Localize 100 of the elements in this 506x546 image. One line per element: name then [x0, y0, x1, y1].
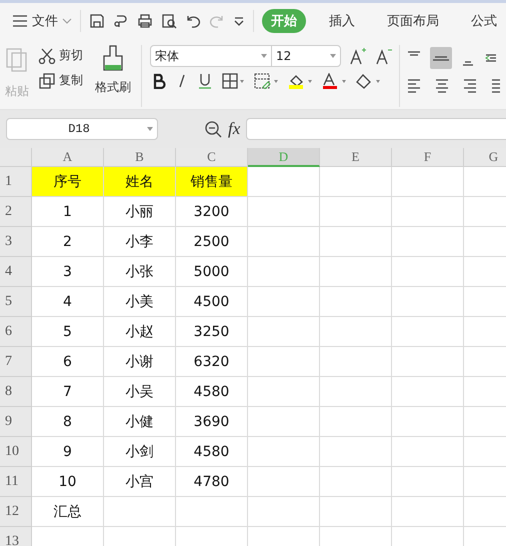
table-cell [320, 467, 392, 497]
table-cell: 姓名 [104, 167, 176, 197]
table-cell: 3690 [176, 407, 248, 437]
row-header[interactable]: 3 [0, 227, 32, 257]
row-header[interactable]: 10 [0, 437, 32, 467]
table-cell: 销售量 [176, 167, 248, 197]
function-button[interactable]: fx [228, 119, 240, 139]
table-cell: 10 [32, 467, 104, 497]
table-cell [320, 227, 392, 257]
column-header[interactable]: F [392, 148, 464, 167]
ribbon-tab[interactable]: 插入 [320, 8, 364, 32]
table-cell [320, 197, 392, 227]
column-header[interactable]: A [32, 148, 104, 167]
row-header[interactable]: 2 [0, 197, 32, 227]
row-header[interactable]: 7 [0, 347, 32, 377]
table-cell: 4780 [176, 467, 248, 497]
row-header[interactable]: 1 [0, 167, 32, 197]
chevron-down-icon[interactable] [62, 16, 72, 24]
table-cell [392, 227, 464, 257]
decrease-font-icon[interactable] [375, 47, 393, 65]
table-cell: 4580 [176, 377, 248, 407]
table-cell [320, 287, 392, 317]
fill-color-icon[interactable] [288, 73, 312, 89]
table-cell: 5000 [176, 257, 248, 287]
table-cell: 小张 [104, 257, 176, 287]
table-cell: 9 [32, 437, 104, 467]
zoom-out-icon[interactable] [204, 120, 222, 138]
table-cell [392, 467, 464, 497]
scissors-icon [38, 48, 56, 64]
table-cell [320, 257, 392, 287]
align-left-icon[interactable] [406, 77, 422, 93]
table-cell [320, 167, 392, 197]
table-cell [392, 497, 464, 527]
print-preview-icon[interactable] [161, 12, 177, 28]
row-header[interactable]: 5 [0, 287, 32, 317]
table-cell [392, 287, 464, 317]
table-cell [392, 377, 464, 407]
table-cell: 4 [32, 287, 104, 317]
cut-button[interactable]: 剪切 [38, 47, 83, 64]
menu-icon[interactable] [12, 14, 28, 28]
name-box[interactable]: D18 [6, 118, 158, 140]
column-header[interactable]: B [104, 148, 176, 167]
table-cell [248, 407, 320, 437]
print-icon[interactable] [137, 12, 153, 28]
table-cell: 6320 [176, 347, 248, 377]
format-painter-button[interactable]: 格式刷 [91, 45, 135, 96]
table-cell [320, 437, 392, 467]
column-header[interactable]: E [320, 148, 392, 167]
align-right-icon[interactable] [462, 77, 478, 93]
conditional-format-icon[interactable] [254, 73, 278, 89]
formula-input[interactable] [246, 118, 506, 140]
table-cell [392, 167, 464, 197]
table-cell [392, 437, 464, 467]
table-cell [320, 497, 392, 527]
table-cell [248, 317, 320, 347]
increase-font-icon[interactable] [349, 47, 367, 65]
save-icon[interactable] [89, 12, 105, 28]
table-cell [104, 497, 176, 527]
borders-icon[interactable] [222, 73, 244, 89]
ribbon-tab[interactable]: 页面布局 [378, 8, 448, 32]
table-cell: 小吴 [104, 377, 176, 407]
file-menu[interactable]: 文件 [28, 12, 62, 30]
ribbon-tab[interactable]: 公式 [462, 8, 506, 32]
column-header[interactable]: G [464, 148, 506, 167]
table-cell [392, 257, 464, 287]
table-cell [248, 497, 320, 527]
table-cell [248, 437, 320, 467]
eraser-icon[interactable] [356, 73, 380, 89]
table-cell [392, 197, 464, 227]
align-center-icon[interactable] [434, 77, 450, 93]
row-header[interactable]: 11 [0, 467, 32, 497]
justify-icon[interactable] [490, 77, 500, 93]
copy-button[interactable]: 复制 [38, 72, 83, 89]
row-header[interactable]: 4 [0, 257, 32, 287]
row-header[interactable]: 6 [0, 317, 32, 347]
table-cell [320, 407, 392, 437]
dropdown-icon[interactable] [233, 14, 245, 26]
column-header[interactable]: C [176, 148, 248, 167]
bold-icon[interactable] [152, 73, 166, 89]
table-cell [248, 377, 320, 407]
table-cell: 小健 [104, 407, 176, 437]
table-cell: 7 [32, 377, 104, 407]
row-header[interactable]: 13 [0, 527, 32, 546]
table-cell: 3250 [176, 317, 248, 347]
table-cell [320, 377, 392, 407]
font-color-icon[interactable] [322, 73, 346, 89]
table-cell: 4580 [176, 437, 248, 467]
row-header[interactable]: 8 [0, 377, 32, 407]
table-cell: 序号 [32, 167, 104, 197]
row-header[interactable]: 12 [0, 497, 32, 527]
table-cell: 小丽 [104, 197, 176, 227]
table-cell [392, 407, 464, 437]
table-cell [248, 257, 320, 287]
caret-icon [147, 127, 153, 131]
row-header[interactable]: 9 [0, 407, 32, 437]
table-cell: 2 [32, 227, 104, 257]
table-cell [248, 167, 320, 197]
underline-icon[interactable] [198, 73, 212, 89]
table-cell: 3 [32, 257, 104, 287]
table-cell: 2500 [176, 227, 248, 257]
